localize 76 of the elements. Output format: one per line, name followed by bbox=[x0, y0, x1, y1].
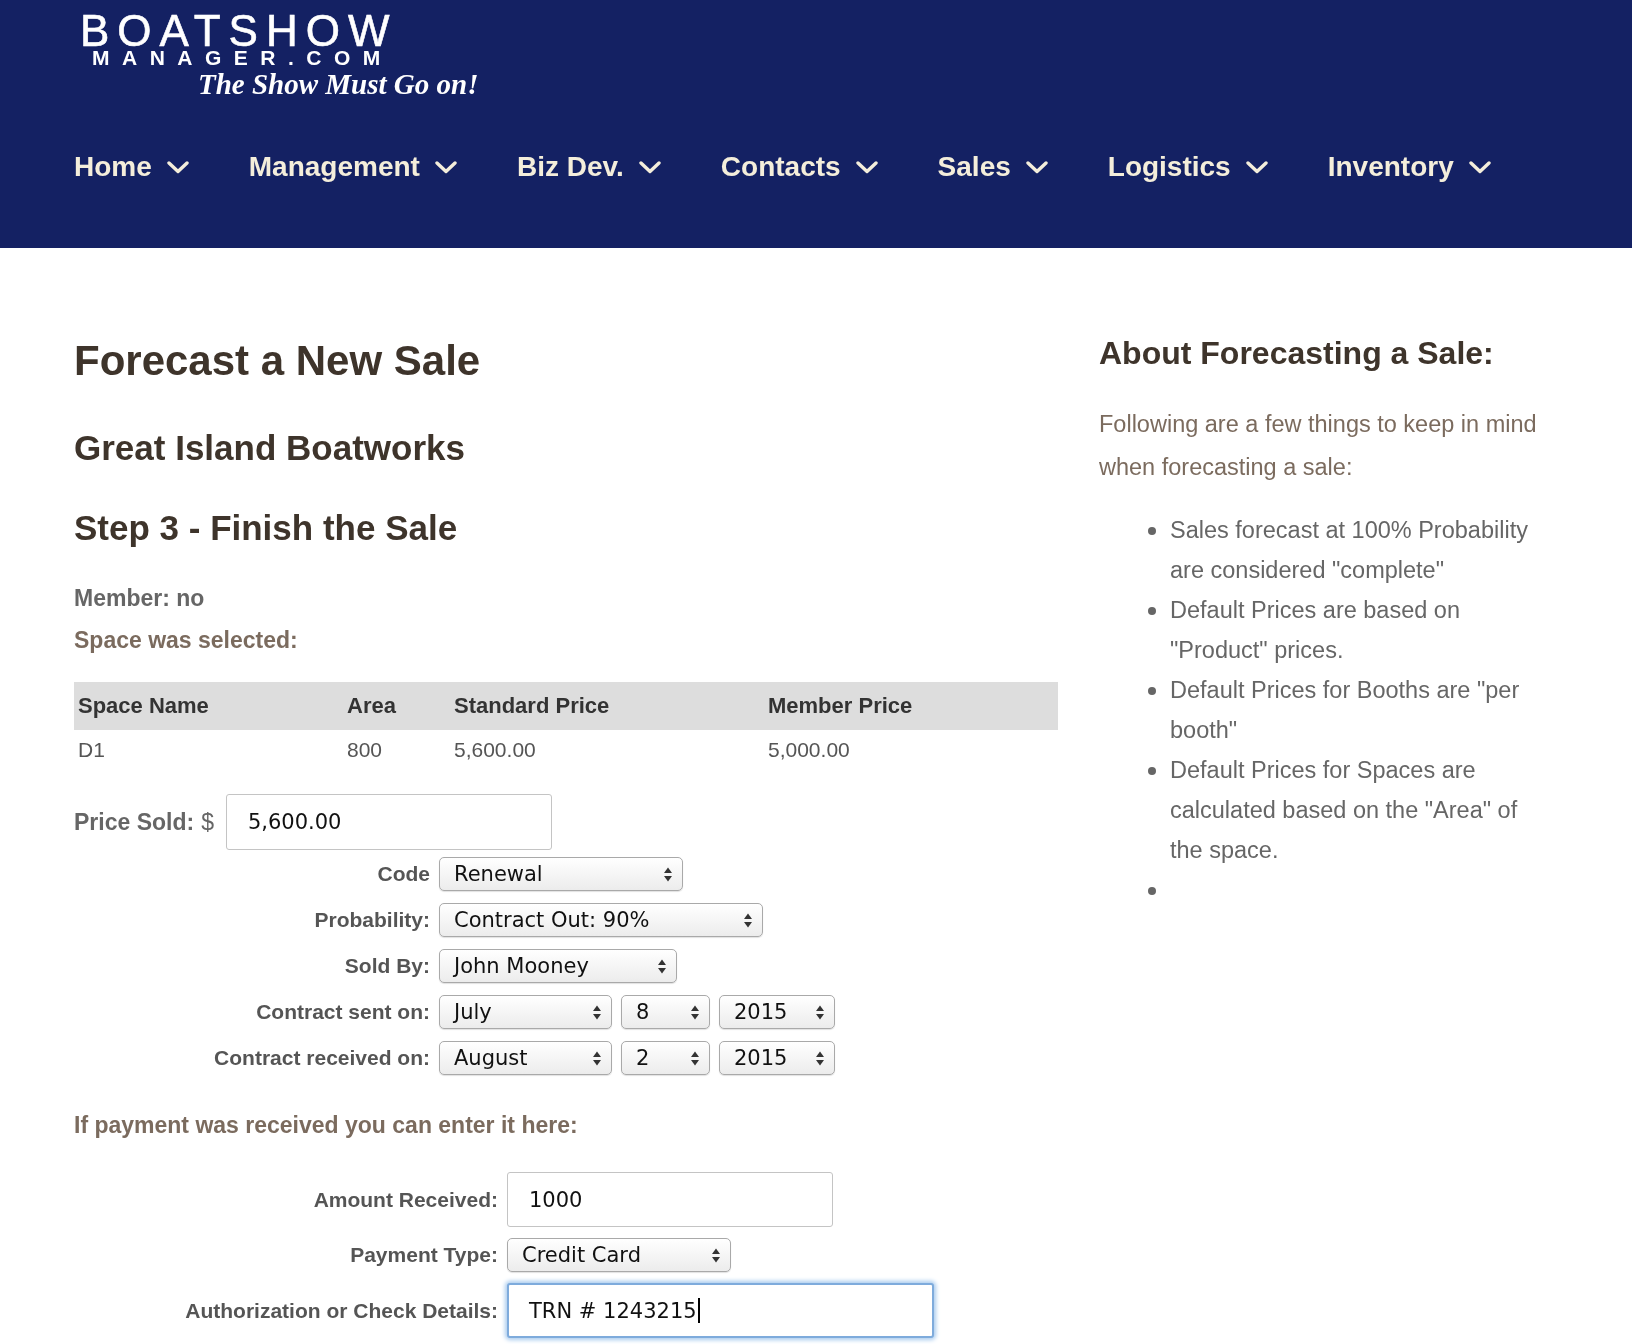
dropdown[interactable]: 2015 bbox=[719, 995, 835, 1029]
chevron-down-icon bbox=[855, 160, 878, 174]
up-down-arrows-icon bbox=[816, 1004, 824, 1020]
column-header: Standard Price bbox=[450, 682, 764, 730]
page-title: Forecast a New Sale bbox=[74, 337, 481, 385]
chevron-down-icon bbox=[166, 160, 189, 174]
bullet-icon bbox=[1148, 527, 1156, 535]
tip-text: Sales forecast at 100% Probability are considered "complete" bbox=[1170, 516, 1529, 585]
nav-menu-item[interactable]: Home bbox=[74, 147, 189, 187]
dropdown[interactable]: Credit Card bbox=[507, 1238, 731, 1272]
step-heading: Step 3 - Finish the Sale bbox=[74, 507, 458, 549]
up-down-arrows-icon bbox=[712, 1247, 720, 1263]
column-header: Area bbox=[343, 682, 450, 730]
nav-menu-item[interactable]: Logistics bbox=[1107, 147, 1268, 187]
nav-menu-item[interactable]: Biz Dev. bbox=[516, 147, 661, 187]
company-name: Great Island Boatworks bbox=[74, 427, 465, 469]
logo-subtitle: MANAGER.COM bbox=[92, 49, 393, 67]
text-cursor-icon bbox=[697, 1298, 700, 1323]
table-cell: 5,000.00 bbox=[764, 730, 1058, 770]
tip-text: Default Prices for Booths are "per booth" bbox=[1170, 676, 1521, 745]
tip-text: Default Prices for Spaces are calculated based on the "Area" of the space. bbox=[1170, 756, 1519, 865]
nav-menu-item[interactable]: Management bbox=[248, 147, 457, 187]
up-down-arrows-icon bbox=[816, 1050, 824, 1066]
field-label: Contract sent on: bbox=[255, 1000, 430, 1024]
bullet-icon bbox=[1148, 687, 1156, 695]
dropdown[interactable]: July bbox=[439, 995, 612, 1029]
section-note: If payment was received you can enter it here: bbox=[74, 1111, 578, 1140]
field-label: Sold By: bbox=[343, 954, 430, 978]
field-label: Probability: bbox=[313, 908, 430, 932]
field-label: Contract received on: bbox=[213, 1046, 430, 1070]
dropdown[interactable]: Renewal bbox=[439, 857, 683, 891]
up-down-arrows-icon bbox=[664, 866, 672, 882]
up-down-arrows-icon bbox=[744, 912, 752, 928]
chevron-down-icon bbox=[1025, 160, 1048, 174]
text-field[interactable]: 5,600.00 bbox=[225, 794, 552, 850]
table-cell: 800 bbox=[343, 730, 450, 770]
section-note: Space was selected: bbox=[74, 626, 298, 655]
member-status: Member: no bbox=[74, 584, 205, 613]
currency-symbol: $ bbox=[201, 808, 214, 836]
nav-menu-item[interactable]: Contacts bbox=[720, 147, 878, 187]
up-down-arrows-icon bbox=[593, 1004, 601, 1020]
table-cell: 5,600.00 bbox=[450, 730, 764, 770]
bullet-icon bbox=[1148, 607, 1156, 615]
up-down-arrows-icon bbox=[691, 1050, 699, 1066]
table-cell: D1 bbox=[74, 730, 343, 770]
field-label: Payment Type: bbox=[349, 1243, 498, 1267]
dropdown[interactable]: 8 bbox=[621, 995, 710, 1029]
tip-text: Default Prices are based on "Product" prices. bbox=[1170, 596, 1461, 665]
field-label: Price Sold: bbox=[74, 808, 195, 836]
logo-tagline: The Show Must Go on! bbox=[198, 67, 479, 101]
sidebar-title: About Forecasting a Sale: bbox=[1099, 334, 1494, 373]
chevron-down-icon bbox=[434, 160, 457, 174]
text-field[interactable]: TRN # 1243215 bbox=[507, 1283, 934, 1338]
chevron-down-icon bbox=[1245, 160, 1268, 174]
field-label: Code bbox=[376, 862, 430, 886]
dropdown[interactable]: Contract Out: 90% bbox=[439, 903, 763, 937]
chevron-down-icon bbox=[638, 160, 661, 174]
bullet-icon bbox=[1148, 887, 1156, 895]
column-header: Member Price bbox=[764, 682, 1058, 730]
nav-menu-item[interactable]: Sales bbox=[937, 147, 1048, 187]
up-down-arrows-icon bbox=[658, 958, 666, 974]
dropdown[interactable]: 2015 bbox=[719, 1041, 835, 1075]
dropdown[interactable]: 2 bbox=[621, 1041, 710, 1075]
logo-wordmark: BOATSHOW bbox=[80, 13, 398, 49]
sidebar-intro: Following are a few things to keep in mind when forecasting a sale: bbox=[1099, 410, 1538, 482]
dropdown[interactable]: John Mooney bbox=[439, 949, 677, 983]
column-header: Space Name bbox=[74, 682, 343, 730]
text-field[interactable]: 1000 bbox=[507, 1172, 833, 1227]
field-label: Amount Received: bbox=[312, 1187, 498, 1212]
nav-menu-item[interactable]: Inventory bbox=[1327, 147, 1491, 187]
bullet-icon bbox=[1148, 767, 1156, 775]
up-down-arrows-icon bbox=[593, 1050, 601, 1066]
up-down-arrows-icon bbox=[691, 1004, 699, 1020]
dropdown[interactable]: August bbox=[439, 1041, 612, 1075]
field-label: Authorization or Check Details: bbox=[184, 1298, 498, 1323]
chevron-down-icon bbox=[1468, 160, 1491, 174]
